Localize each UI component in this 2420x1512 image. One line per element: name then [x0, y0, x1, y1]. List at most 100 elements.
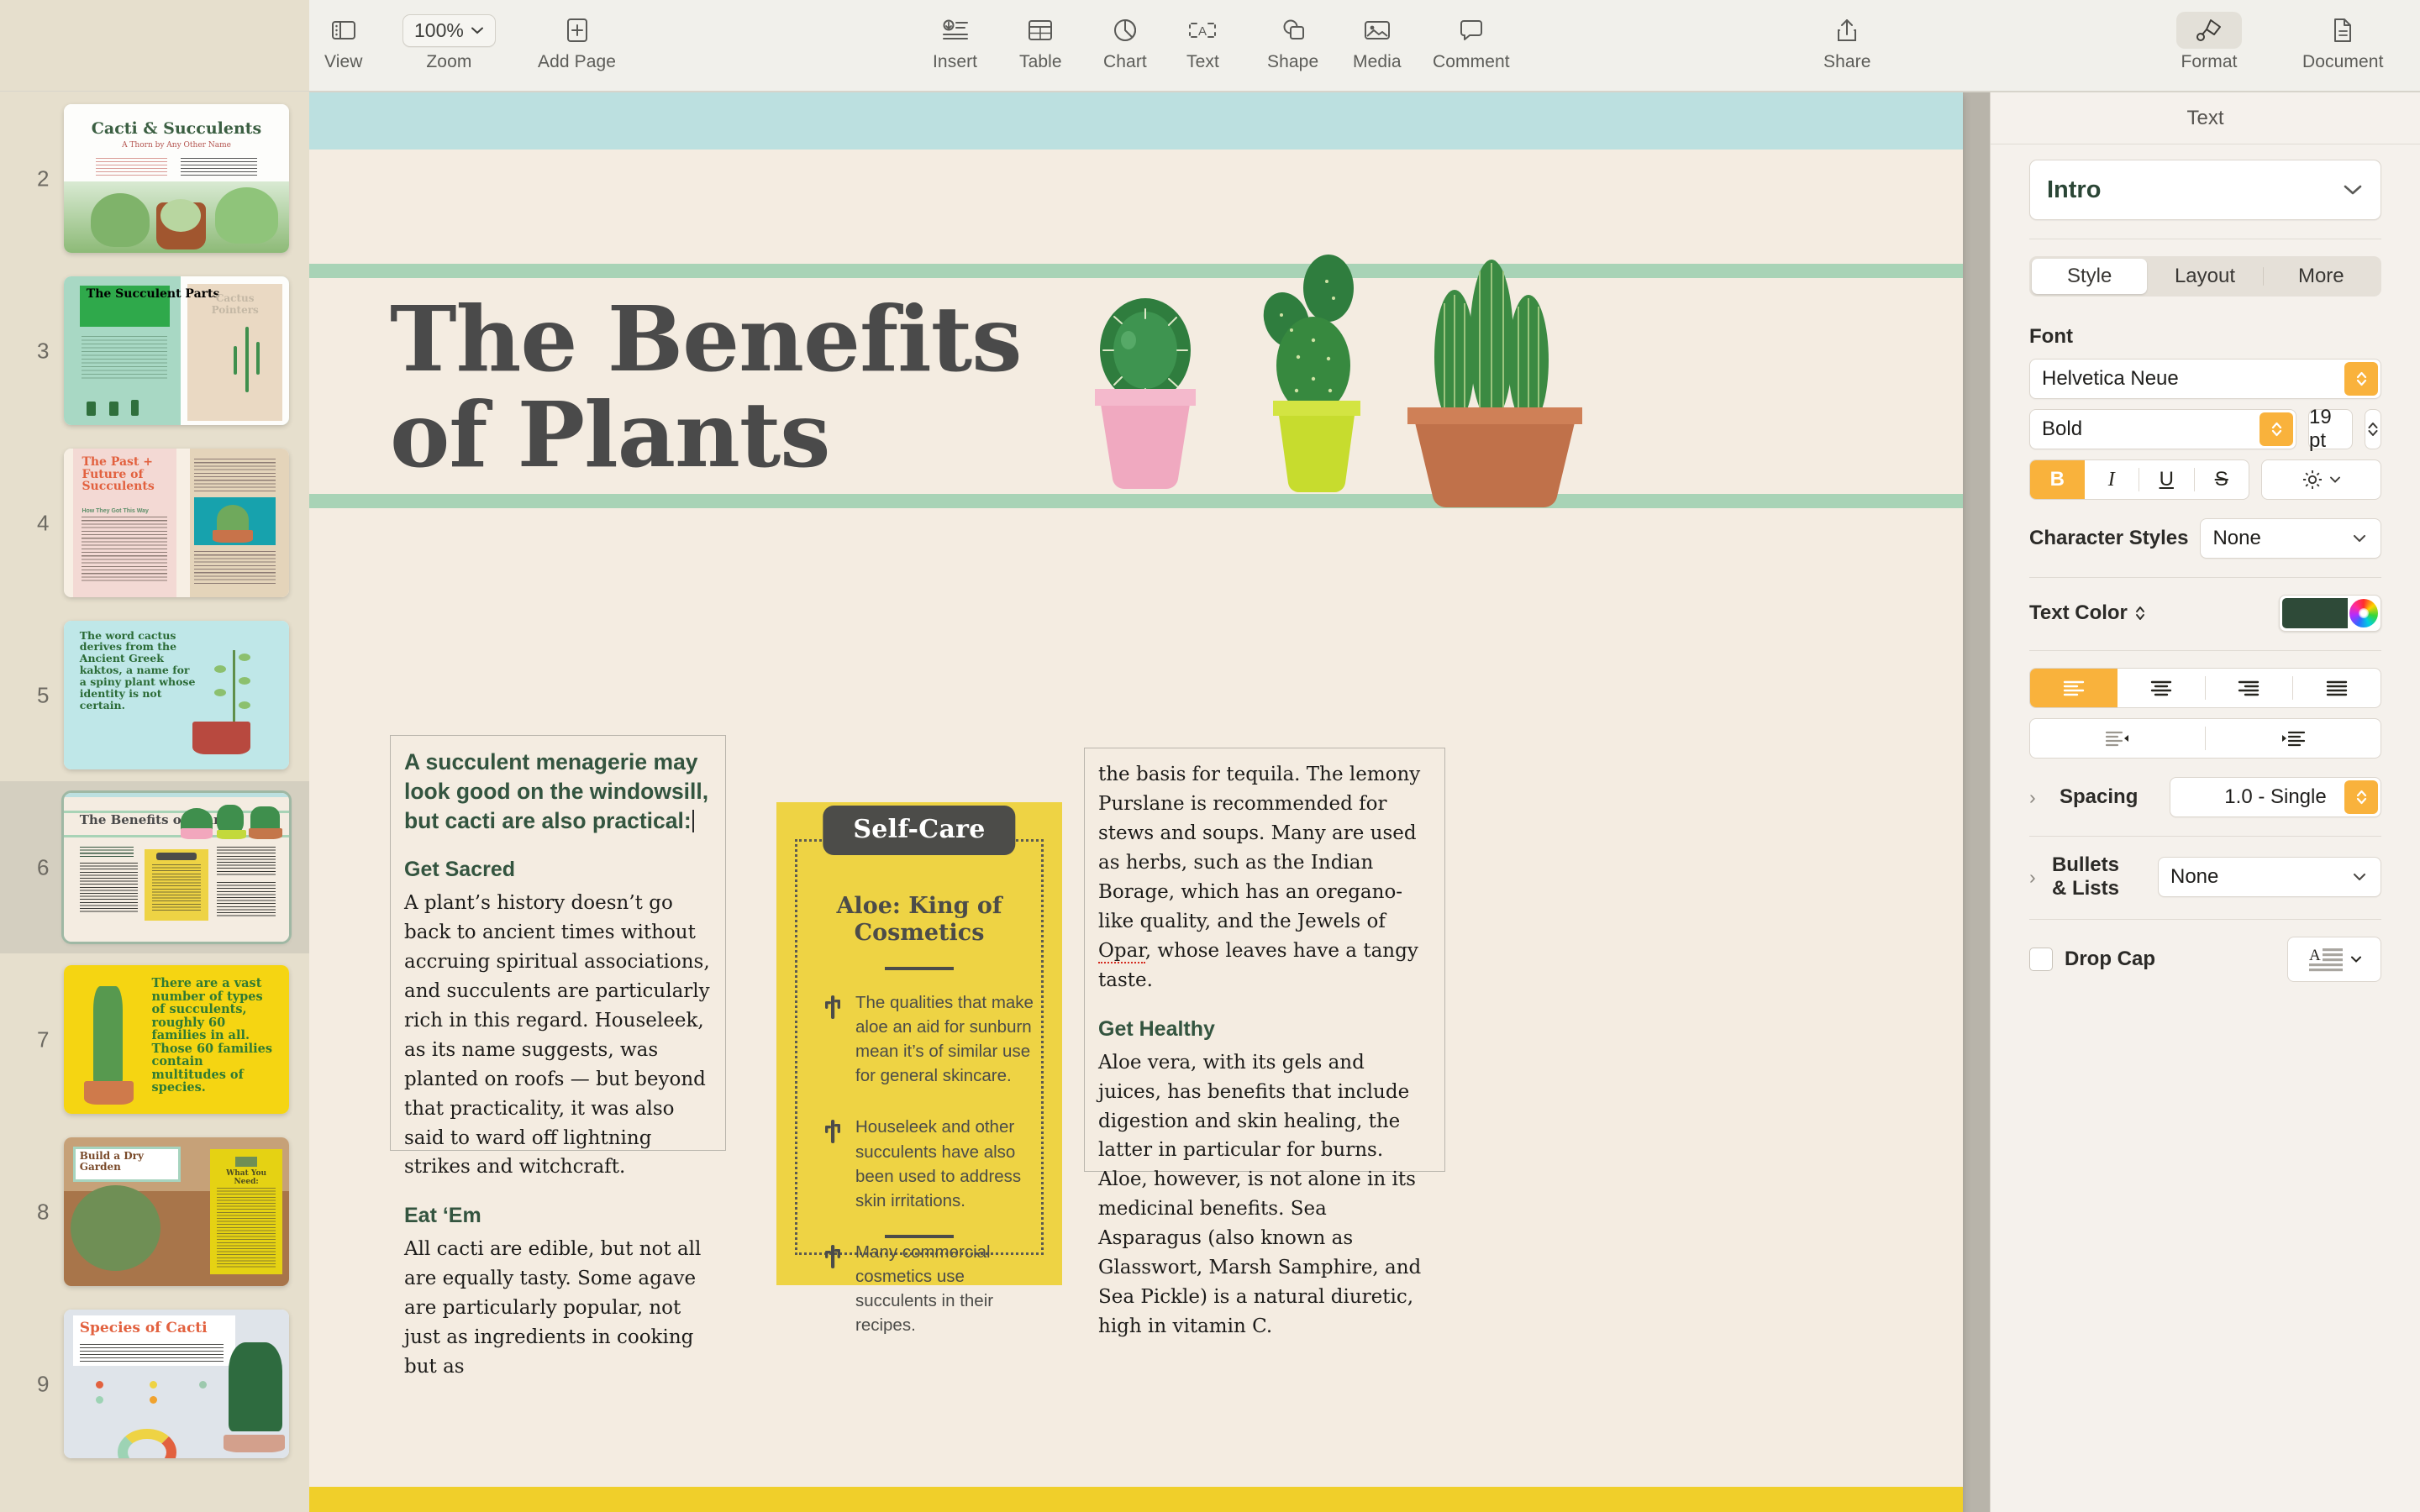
- underline-button[interactable]: U: [2139, 460, 2194, 499]
- document-button[interactable]: Document: [2302, 12, 2384, 72]
- indent-buttons[interactable]: [2029, 718, 2381, 759]
- style-layout-more-tabs[interactable]: Style Layout More: [2029, 256, 2381, 297]
- left-text-box[interactable]: A succulent menagerie may look good on t…: [390, 735, 726, 1378]
- thumbnail-preview-selected[interactable]: The Benefits of Plants: [61, 790, 292, 944]
- thumbnail-preview[interactable]: The Past + Future of Succulents How They…: [64, 449, 289, 597]
- drop-cap-label: Drop Cap: [2065, 948, 2155, 970]
- text-color-picker[interactable]: [2279, 595, 2381, 632]
- paragraph-continued[interactable]: the basis for tequila. The lemony Pursla…: [1098, 760, 1431, 995]
- svg-text:A: A: [1198, 24, 1207, 39]
- paragraph-get-sacred[interactable]: A plant’s history doesn’t go back to anc…: [404, 889, 712, 1183]
- insert-label: Insert: [933, 52, 978, 71]
- bullets-disclosure-arrow[interactable]: ›: [2029, 866, 2040, 889]
- spacing-dropdown[interactable]: 1.0 - Single: [2170, 777, 2381, 817]
- text-alignment-buttons[interactable]: [2029, 668, 2381, 708]
- divider: [2029, 836, 2381, 837]
- table-button[interactable]: Table: [1019, 12, 1062, 72]
- tab-style[interactable]: Style: [2032, 259, 2148, 294]
- thumbnail-page-7[interactable]: 7 There are a vast number of types of su…: [0, 953, 309, 1126]
- share-button[interactable]: Share: [1823, 12, 1871, 72]
- font-size-stepper[interactable]: [2365, 409, 2381, 449]
- advanced-options-button[interactable]: [2261, 459, 2381, 500]
- document-canvas[interactable]: The Benefits of Plants A succulent menag…: [309, 92, 1990, 1512]
- spacing-label: Spacing: [2060, 785, 2139, 808]
- thumbnail-number: 7: [37, 1026, 50, 1052]
- increase-indent-button[interactable]: [2206, 719, 2381, 758]
- thumbnail-page-8[interactable]: 8 Build a Dry Garden What You Need:: [0, 1126, 309, 1298]
- thumbnail-page-3[interactable]: 3 The Succulent Parts Cactus Pointers: [0, 265, 309, 437]
- list-item[interactable]: Houseleek and other succulents have also…: [823, 1115, 1035, 1212]
- drop-cap-preview-icon: A: [2308, 947, 2343, 972]
- thumbnail-page-9[interactable]: 9 Species of Cacti: [0, 1298, 309, 1470]
- heading-eat-em: Eat ‘Em: [404, 1204, 481, 1228]
- thumbnail-preview[interactable]: Build a Dry Garden What You Need:: [64, 1137, 289, 1286]
- thumbnail-preview[interactable]: Cacti & Succulents A Thorn by Any Other …: [64, 104, 289, 253]
- thumbnail-page-6[interactable]: 6 The Benefits of Plants: [0, 781, 309, 953]
- intro-paragraph[interactable]: A succulent menagerie may look good on t…: [404, 748, 712, 836]
- drop-cap-style-dropdown[interactable]: A: [2287, 937, 2381, 982]
- page-title-line2: of Plants: [390, 383, 831, 489]
- character-styles-dropdown[interactable]: None: [2200, 518, 2381, 559]
- list-item[interactable]: Many commercial cosmetics use succulents…: [823, 1240, 1035, 1337]
- spacing-stepper[interactable]: [2344, 780, 2378, 814]
- tab-layout[interactable]: Layout: [2147, 259, 2262, 294]
- media-button[interactable]: Media: [1353, 12, 1402, 72]
- sidebar-toggle-icon: [331, 12, 356, 49]
- decrease-indent-button[interactable]: [2030, 719, 2205, 758]
- right-text-box[interactable]: the basis for tequila. The lemony Pursla…: [1084, 748, 1445, 1337]
- self-care-card[interactable]: Self-Care Aloe: King of Cosmetics The qu…: [776, 802, 1062, 1335]
- self-care-rule-bottom: [885, 1235, 954, 1238]
- font-family-select[interactable]: Helvetica Neue: [2029, 359, 2381, 399]
- chart-button[interactable]: Chart: [1103, 12, 1147, 72]
- insert-button[interactable]: Insert: [933, 12, 977, 72]
- color-wheel-icon[interactable]: [2349, 599, 2378, 627]
- drop-cap-checkbox[interactable]: [2029, 948, 2053, 971]
- zoom-dropdown[interactable]: 100%: [402, 13, 496, 47]
- font-family-stepper[interactable]: [2344, 362, 2378, 396]
- font-weight-select[interactable]: Bold: [2029, 409, 2296, 449]
- zoom-control[interactable]: 100% Zoom: [402, 12, 496, 72]
- thumbnail-preview[interactable]: The word cactus derives from the Ancient…: [64, 621, 289, 769]
- paragraph-style-value: Intro: [2047, 176, 2102, 203]
- thumbnail-page-2[interactable]: 2 Cacti & Succulents A Thorn by Any Othe…: [0, 92, 309, 265]
- text-button[interactable]: A Text: [1186, 12, 1219, 72]
- text-style-buttons[interactable]: B I U S: [2029, 459, 2249, 500]
- thumbnail-preview[interactable]: There are a vast number of types of succ…: [64, 965, 289, 1114]
- align-right-button[interactable]: [2206, 669, 2293, 707]
- bullets-lists-dropdown[interactable]: None: [2158, 857, 2381, 897]
- align-left-button[interactable]: [2030, 669, 2118, 707]
- thumbnail-preview[interactable]: The Succulent Parts Cactus Pointers: [64, 276, 289, 425]
- bold-button[interactable]: B: [2030, 460, 2085, 499]
- align-center-button[interactable]: [2118, 669, 2205, 707]
- paragraph-style-dropdown[interactable]: Intro: [2029, 160, 2381, 220]
- italic-button[interactable]: I: [2085, 460, 2139, 499]
- text-color-swatch[interactable]: [2282, 598, 2348, 628]
- format-button[interactable]: Format: [2176, 12, 2242, 72]
- thumbnail-page-4[interactable]: 4 The Past + Future of Succulents How Th…: [0, 437, 309, 609]
- shape-button[interactable]: Shape: [1267, 12, 1318, 72]
- paragraph-get-healthy[interactable]: Aloe vera, with its gels and juices, has…: [1098, 1048, 1431, 1342]
- thumbnail-preview[interactable]: Species of Cacti: [64, 1310, 289, 1458]
- font-weight-stepper[interactable]: [2260, 412, 2293, 446]
- misspelled-word[interactable]: Opar: [1098, 939, 1145, 963]
- zoom-label: Zoom: [426, 52, 472, 71]
- strikethrough-button[interactable]: S: [2195, 460, 2249, 499]
- font-size-input[interactable]: 19 pt: [2308, 406, 2353, 452]
- paragraph-eat-em[interactable]: All cacti are edible, but not all are eq…: [404, 1235, 712, 1382]
- list-item[interactable]: The qualities that make aloe an aid for …: [823, 990, 1035, 1088]
- document-page[interactable]: The Benefits of Plants A succulent menag…: [309, 92, 1963, 1512]
- view-button[interactable]: View: [324, 12, 363, 72]
- comment-button[interactable]: Comment: [1433, 12, 1510, 72]
- media-image-icon: [1364, 12, 1391, 49]
- tab-more[interactable]: More: [2264, 259, 2379, 294]
- chart-label: Chart: [1103, 52, 1147, 71]
- add-page-button[interactable]: Add Page: [538, 12, 616, 72]
- page-thumbnail-sidebar[interactable]: 2 Cacti & Succulents A Thorn by Any Othe…: [0, 0, 309, 1512]
- document-label: Document: [2302, 52, 2384, 71]
- cacti-photo[interactable]: [1061, 239, 1599, 517]
- zoom-value: 100%: [414, 18, 464, 41]
- thumbnail-page-5[interactable]: 5 The word cactus derives from the Ancie…: [0, 609, 309, 781]
- align-justify-button[interactable]: [2293, 669, 2381, 707]
- page-title[interactable]: The Benefits of Plants: [390, 291, 1096, 489]
- spacing-disclosure-arrow[interactable]: ›: [2029, 786, 2048, 809]
